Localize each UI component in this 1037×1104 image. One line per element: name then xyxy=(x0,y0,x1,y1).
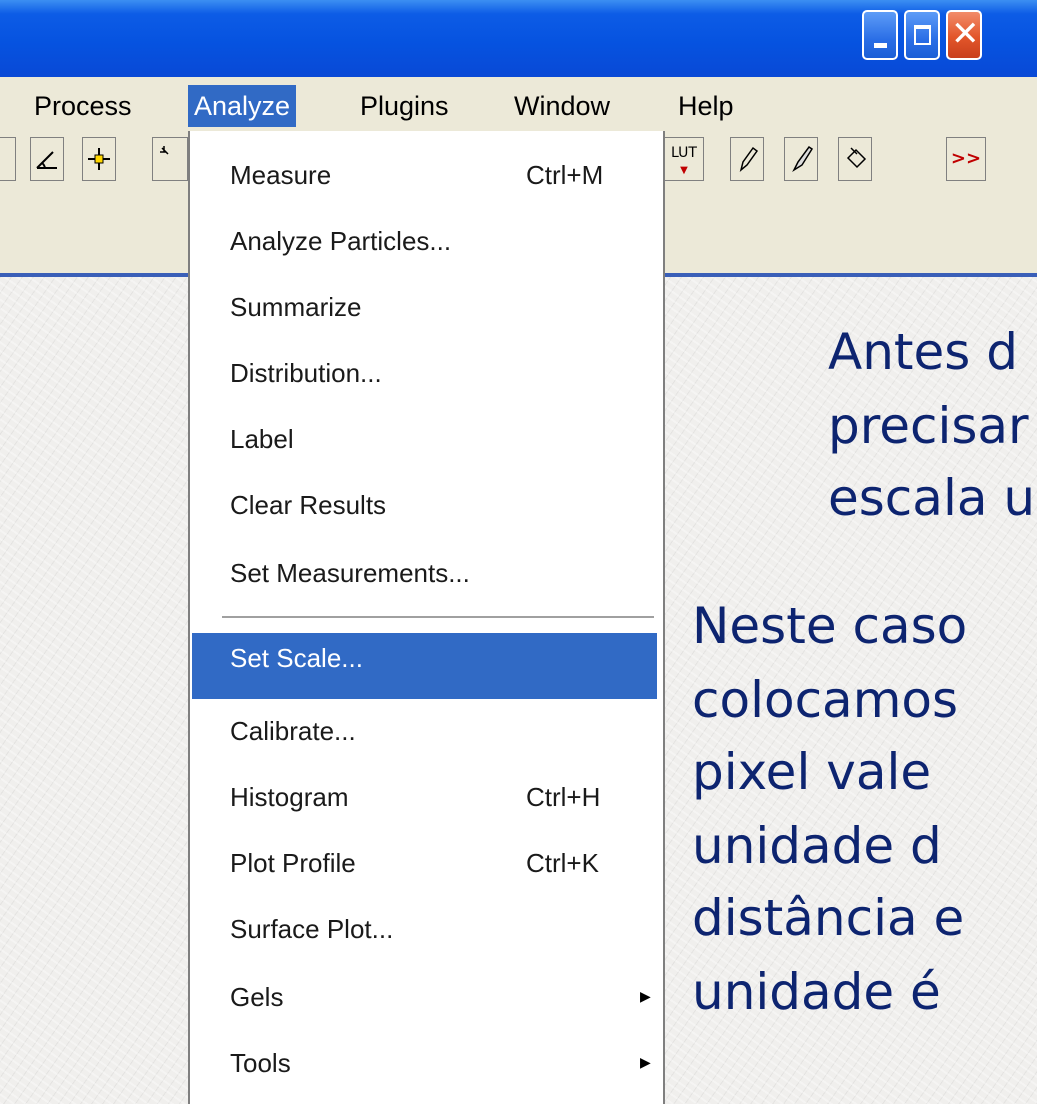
menu-process[interactable]: Process xyxy=(28,85,138,127)
lut-label: LUT xyxy=(671,145,697,161)
menu-item-label: Summarize xyxy=(230,292,362,322)
slide-text-line: pixel vale xyxy=(692,743,932,801)
close-icon: ✕ xyxy=(951,14,980,54)
brush-tool-icon[interactable] xyxy=(784,137,818,181)
menu-item-label: Label xyxy=(230,424,294,454)
menu-analyze[interactable]: Analyze xyxy=(188,85,297,127)
menu-item-gels[interactable]: Gels ▶ xyxy=(190,973,663,1021)
menu-item-shortcut: Ctrl+M xyxy=(526,160,604,190)
menu-item-label: Histogram xyxy=(230,782,349,812)
menu-item-surface-plot[interactable]: Surface Plot... xyxy=(190,905,663,953)
pencil-tool-icon[interactable] xyxy=(730,137,764,181)
menu-item-plot-profile[interactable]: Plot Profile Ctrl+K xyxy=(190,839,663,887)
minimize-icon xyxy=(874,43,887,48)
menu-item-label: Calibrate... xyxy=(230,716,356,746)
slide-text-line: unidade d xyxy=(692,817,942,875)
menu-item-shortcut: Ctrl+H xyxy=(526,782,601,812)
menu-item-label: Plot Profile xyxy=(230,848,356,878)
wand-tool-icon[interactable] xyxy=(152,137,188,181)
lut-tool-icon[interactable]: LUT ▼ xyxy=(664,137,704,181)
menu-item-analyze-particles[interactable]: Analyze Particles... xyxy=(190,217,663,265)
slide-text-line: unidade é xyxy=(692,963,941,1021)
empty-tool-slot xyxy=(892,137,926,181)
menu-item-shortcut: Ctrl+K xyxy=(526,848,599,878)
close-button[interactable]: ✕ xyxy=(946,10,982,60)
menu-plugins[interactable]: Plugins xyxy=(354,85,455,127)
lut-arrow-icon: ▼ xyxy=(680,165,688,176)
menu-item-calibrate[interactable]: Calibrate... xyxy=(190,707,663,755)
menu-item-set-scale[interactable]: Set Scale... xyxy=(192,633,657,699)
submenu-arrow-icon: ▶ xyxy=(640,1055,651,1071)
menu-item-label: Surface Plot... xyxy=(230,914,394,944)
menu-item-label: Distribution... xyxy=(230,358,382,388)
menu-item-label: Measure xyxy=(230,160,332,190)
analyze-dropdown-menu: Measure Ctrl+M Analyze Particles... Summ… xyxy=(188,131,665,1104)
menu-item-summarize[interactable]: Summarize xyxy=(190,283,663,331)
menu-item-measure[interactable]: Measure Ctrl+M xyxy=(190,151,663,199)
slide-text-line: precisar xyxy=(828,397,1029,455)
menu-help[interactable]: Help xyxy=(672,85,740,127)
menu-item-histogram[interactable]: Histogram Ctrl+H xyxy=(190,773,663,821)
menu-item-clear-results[interactable]: Clear Results xyxy=(190,481,663,529)
menu-item-label: Tools xyxy=(230,1048,291,1078)
slide-text-line: Neste caso xyxy=(692,597,968,655)
menu-window[interactable]: Window xyxy=(508,85,616,127)
slide-text-line: colocamos xyxy=(692,671,959,729)
menu-item-label-cmd[interactable]: Label xyxy=(190,415,663,463)
menu-separator xyxy=(222,616,654,619)
menu-item-label: Clear Results xyxy=(230,490,387,520)
angle-tool-icon[interactable] xyxy=(30,137,64,181)
slide-text-line: Antes d xyxy=(828,323,1018,381)
submenu-arrow-icon: ▶ xyxy=(640,989,651,1005)
flood-fill-tool-icon[interactable] xyxy=(838,137,872,181)
maximize-icon xyxy=(914,25,931,45)
menu-item-tools[interactable]: Tools ▶ xyxy=(190,1039,663,1087)
menu-item-label: Set Measurements... xyxy=(230,558,470,588)
tool-partial[interactable] xyxy=(0,137,16,181)
menu-item-label: Set Scale... xyxy=(230,643,363,673)
slide-text-line: distância e xyxy=(692,889,965,947)
minimize-button[interactable] xyxy=(862,10,898,60)
menu-item-set-measurements[interactable]: Set Measurements... xyxy=(190,549,663,597)
menu-item-label: Analyze Particles... xyxy=(230,226,452,256)
slide-text-line: escala u xyxy=(828,469,1036,527)
maximize-button[interactable] xyxy=(904,10,940,60)
menu-item-label: Gels xyxy=(230,982,284,1012)
menu-item-distribution[interactable]: Distribution... xyxy=(190,349,663,397)
more-tools-button[interactable]: >> xyxy=(946,137,986,181)
point-tool-icon[interactable] xyxy=(82,137,116,181)
